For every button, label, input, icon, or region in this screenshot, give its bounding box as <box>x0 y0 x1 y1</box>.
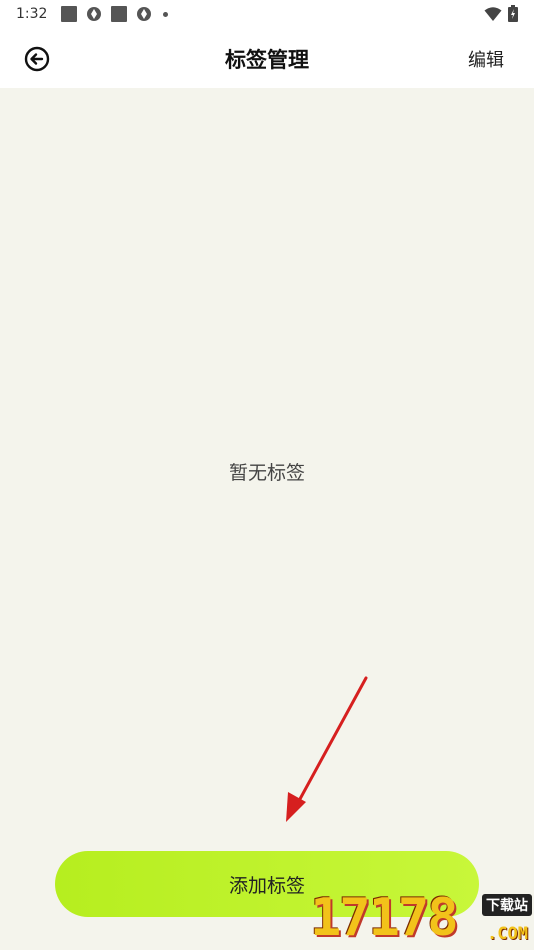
edit-button[interactable]: 编辑 <box>468 46 504 72</box>
add-tag-button[interactable]: 添加标签 <box>55 851 479 917</box>
battery-icon <box>508 5 518 26</box>
square-notification-icon <box>61 6 78 22</box>
aperture-icon <box>86 6 102 22</box>
tag-list-area: 暂无标签 添加标签 <box>0 88 534 950</box>
dot-icon <box>163 11 169 17</box>
wifi-icon <box>484 6 502 26</box>
status-time: 1:32 <box>16 6 48 22</box>
square-notification-icon <box>111 6 128 22</box>
empty-state-text: 暂无标签 <box>228 462 305 484</box>
status-bar: 1:32 <box>0 0 534 28</box>
app-header: 标签管理 编辑 <box>0 28 534 88</box>
page-title: 标签管理 <box>225 48 309 72</box>
status-right <box>484 5 518 26</box>
aperture-icon <box>136 6 152 22</box>
